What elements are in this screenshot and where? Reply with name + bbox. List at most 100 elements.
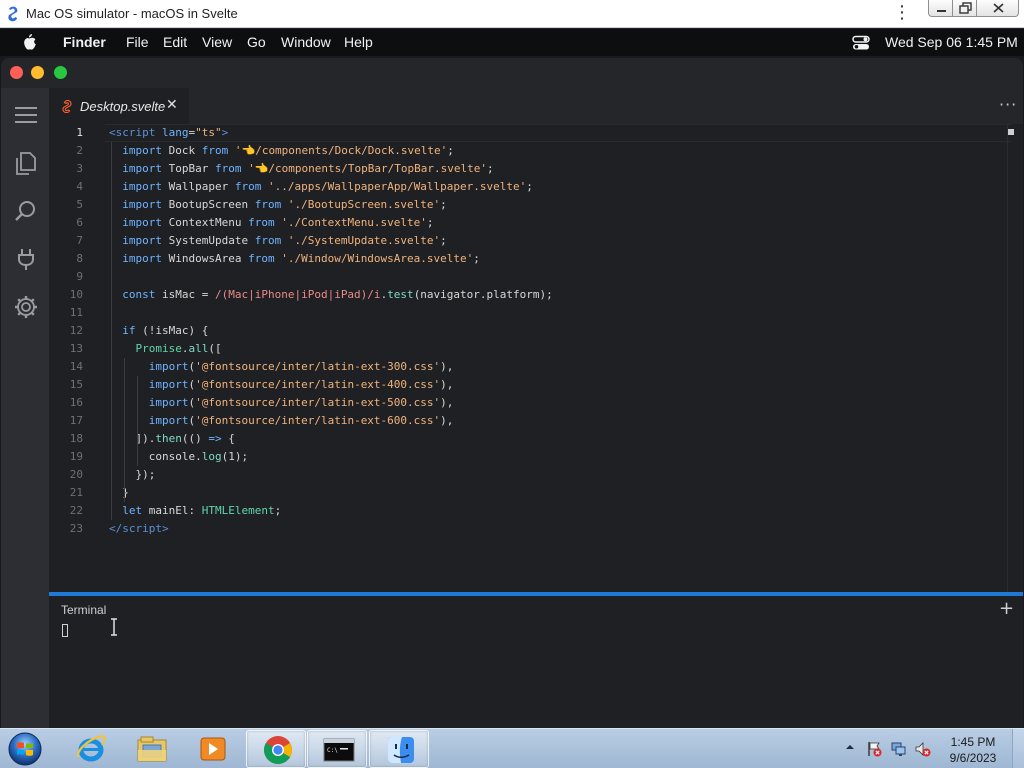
window-restore-button[interactable]	[952, 0, 977, 17]
menubar-item-file[interactable]: File	[126, 34, 149, 50]
editor-scrollbar[interactable]	[1007, 124, 1021, 592]
menubar-datetime[interactable]: Wed Sep 06 1:45 PM	[885, 34, 1018, 50]
code-line[interactable]: 16 import('@fontsource/inter/latin-ext-5…	[49, 394, 1009, 412]
search-icon[interactable]	[13, 198, 39, 224]
windows-start-orb-icon[interactable]	[6, 731, 44, 767]
code-line[interactable]: 7 import SystemUpdate from './SystemUpda…	[49, 232, 1009, 250]
code-line[interactable]: 13 Promise.all([	[49, 340, 1009, 358]
code-line[interactable]: 5 import BootupScreen from './BootupScre…	[49, 196, 1009, 214]
line-number: 7	[76, 234, 83, 247]
indent-guide	[124, 358, 125, 502]
code-line[interactable]: 1 <script lang="ts">	[49, 124, 1009, 142]
scrollbar-position-marker	[1008, 129, 1014, 135]
code-text: let mainEl: HTMLElement;	[122, 504, 282, 517]
line-number: 22	[69, 504, 83, 517]
code-line[interactable]: 9	[49, 268, 1009, 286]
code-line[interactable]: 21 }	[49, 484, 1009, 502]
traffic-light-minimize-button[interactable]	[31, 66, 44, 79]
new-terminal-icon[interactable]: +	[999, 598, 1014, 619]
code-line[interactable]: 4 import Wallpaper from '../apps/Wallpap…	[49, 178, 1009, 196]
gear-settings-icon[interactable]	[13, 294, 39, 320]
line-number: 13	[69, 342, 83, 355]
menubar-item-edit[interactable]: Edit	[163, 34, 187, 50]
menubar-app-name[interactable]: Finder	[63, 34, 106, 50]
code-line[interactable]: 18 ]).then(() => {	[49, 430, 1009, 448]
code-text: import WindowsArea from './Window/Window…	[122, 252, 480, 265]
menubar-item-view[interactable]: View	[202, 34, 232, 50]
explorer-files-icon[interactable]	[13, 150, 39, 176]
taskbar-command-prompt[interactable]: C:\	[307, 730, 367, 768]
code-line[interactable]: 6 import ContextMenu from './ContextMenu…	[49, 214, 1009, 232]
tab-close-icon[interactable]: ✕	[166, 97, 178, 113]
code-text: import Dock from '👈/components/Dock/Dock…	[122, 144, 454, 157]
traffic-light-maximize-button[interactable]	[54, 66, 67, 79]
indent-guide	[111, 142, 112, 520]
code-line[interactable]: 19 console.log(1);	[49, 448, 1009, 466]
finder-face-icon	[388, 737, 414, 763]
more-actions-icon[interactable]: ···	[999, 95, 1017, 114]
code-editor-window: Desktop.svelte ✕ ··· 1 <script lang="ts">…	[1, 58, 1023, 728]
menubar-item-help[interactable]: Help	[344, 34, 373, 50]
hamburger-menu-icon[interactable]	[13, 102, 39, 128]
taskbar-media-player[interactable]	[182, 730, 242, 768]
code-text: import('@fontsource/inter/latin-ext-500.…	[148, 396, 454, 409]
line-number: 6	[76, 216, 83, 229]
tab-desktop-svelte[interactable]: Desktop.svelte ✕	[49, 88, 189, 124]
code-line[interactable]: 11	[49, 304, 1009, 322]
traffic-light-close-button[interactable]	[10, 66, 23, 79]
text-cursor-ibeam-icon	[111, 618, 117, 636]
terminal-panel[interactable]: Terminal +	[49, 596, 1023, 728]
code-text: });	[109, 468, 156, 481]
code-text: import BootupScreen from './BootupScreen…	[122, 198, 447, 211]
show-desktop-button[interactable]	[1012, 729, 1024, 768]
code-text: import('@fontsource/inter/latin-ext-400.…	[148, 378, 454, 391]
code-line[interactable]: 23 </script>	[49, 520, 1009, 538]
mac-menubar: Finder File Edit View Go Window Help Wed…	[0, 29, 1024, 56]
menubar-item-go[interactable]: Go	[247, 34, 266, 50]
line-number: 10	[69, 288, 83, 301]
taskbar-clock[interactable]: 1:45 PM 9/6/2023	[940, 734, 1006, 766]
line-number: 19	[69, 450, 83, 463]
code-line[interactable]: 15 import('@fontsource/inter/latin-ext-4…	[49, 376, 1009, 394]
taskbar-internet-explorer[interactable]	[60, 730, 120, 768]
tray-expand-chevron-icon[interactable]	[845, 743, 855, 751]
code-line[interactable]: 22 let mainEl: HTMLElement;	[49, 502, 1009, 520]
tab-label: Desktop.svelte	[80, 99, 166, 114]
window-minimize-button[interactable]	[928, 0, 953, 17]
window-close-button[interactable]	[976, 0, 1019, 17]
code-line[interactable]: 8 import WindowsArea from './Window/Wind…	[49, 250, 1009, 268]
control-center-icon[interactable]	[852, 35, 870, 51]
svelte-file-icon	[62, 100, 72, 113]
plug-extensions-icon[interactable]	[13, 246, 39, 272]
code-line[interactable]: 14 import('@fontsource/inter/latin-ext-3…	[49, 358, 1009, 376]
line-number: 23	[69, 522, 83, 535]
window-titlebar[interactable]	[1, 58, 1023, 88]
code-line[interactable]: 2 import Dock from '👈/components/Dock/Do…	[49, 142, 1009, 160]
apple-logo-icon[interactable]	[21, 33, 37, 51]
line-number: 11	[69, 306, 83, 319]
network-status-icon[interactable]	[891, 741, 907, 757]
menubar-item-window[interactable]: Window	[281, 34, 331, 50]
code-text: console.log(1);	[109, 450, 249, 463]
line-number: 20	[69, 468, 83, 481]
taskbar-chrome[interactable]	[246, 730, 306, 768]
code-line[interactable]: 10 const isMac = /(Mac|iPhone|iPod|iPad)…	[49, 286, 1009, 304]
code-line[interactable]: 20 });	[49, 466, 1009, 484]
editor-tab-bar: Desktop.svelte ✕ ···	[49, 88, 1023, 124]
code-line[interactable]: 3 import TopBar from '👈/components/TopBa…	[49, 160, 1009, 178]
code-text: Promise.all([	[135, 342, 222, 355]
code-editor[interactable]: 1 <script lang="ts"> 2 import Dock from '👈…	[49, 124, 1023, 592]
taskbar-finder[interactable]	[369, 730, 429, 768]
chrome-icon	[264, 736, 292, 764]
svg-text:C:\: C:\	[327, 747, 338, 754]
code-line[interactable]: 12 if (!isMac) {	[49, 322, 1009, 340]
volume-muted-icon[interactable]	[915, 741, 931, 757]
kebab-menu-icon[interactable]: ⋮	[893, 4, 911, 23]
taskbar-file-explorer[interactable]	[121, 730, 181, 768]
code-line[interactable]: 17 import('@fontsource/inter/latin-ext-6…	[49, 412, 1009, 430]
browser-window-title: Mac OS simulator - macOS in Svelte	[26, 6, 238, 21]
line-number: 8	[76, 252, 83, 265]
action-center-flag-icon[interactable]	[866, 741, 882, 757]
line-number: 12	[69, 324, 83, 337]
terminal-title: Terminal	[61, 603, 107, 617]
